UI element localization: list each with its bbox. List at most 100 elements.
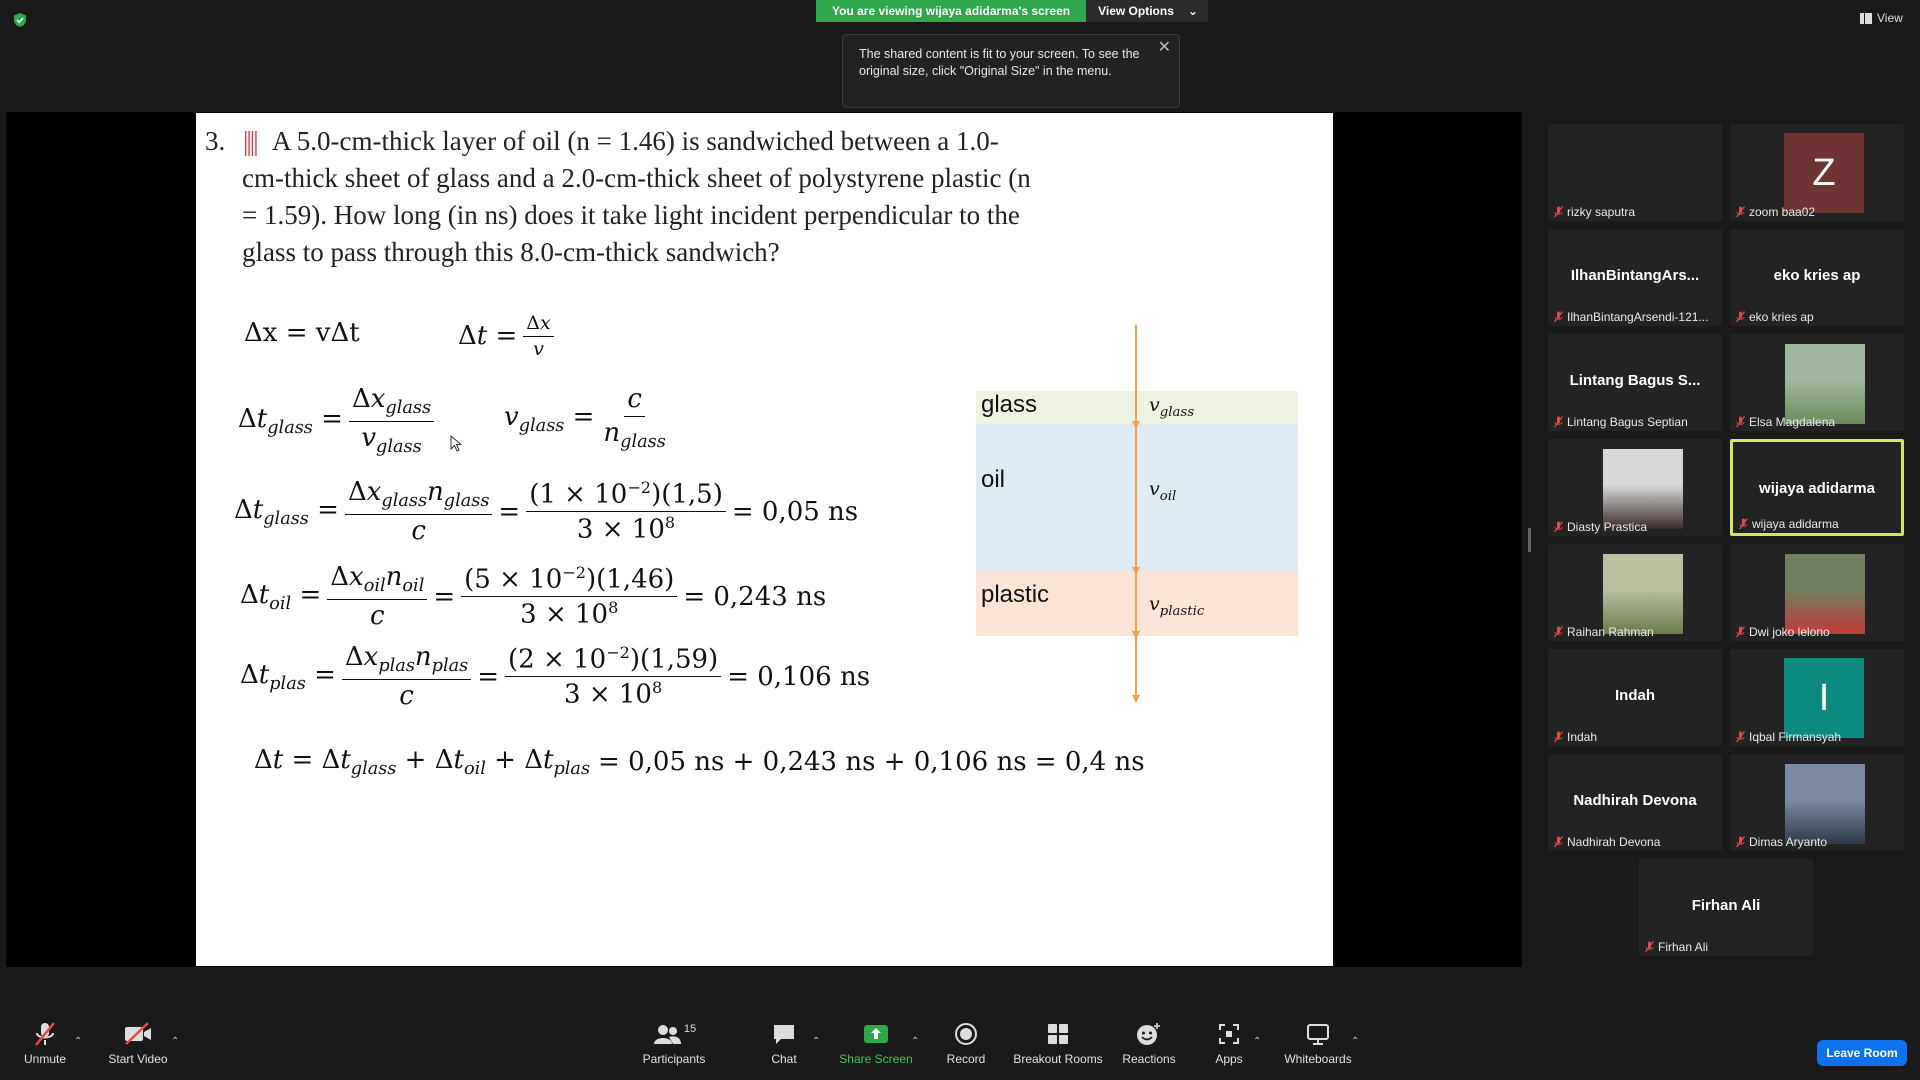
- chat-options-caret-icon[interactable]: ⌃: [812, 1036, 820, 1047]
- participant-name: Nadhirah Devona: [1567, 835, 1661, 849]
- participant-tile-eko[interactable]: eko kries ap eko kries ap: [1730, 229, 1904, 326]
- microphone-muted-icon: [1554, 521, 1563, 533]
- participant-name: rizky saputra: [1567, 205, 1636, 219]
- tooltip-text: The shared content is fit to your screen…: [859, 47, 1140, 78]
- glass-label: glass: [981, 391, 1038, 418]
- participant-name: zoom baa02: [1749, 205, 1816, 219]
- microphone-muted-icon: [1736, 206, 1745, 218]
- participant-photo: [1785, 344, 1865, 424]
- breakout-rooms-button[interactable]: Breakout Rooms: [1008, 1020, 1108, 1066]
- view-label: View: [1877, 11, 1903, 25]
- participant-tile-dwi[interactable]: Dwi joko lelono: [1730, 544, 1904, 641]
- leave-room-button[interactable]: Leave Room: [1817, 1040, 1907, 1066]
- microphone-muted-icon: [1554, 836, 1563, 848]
- oil-label: oil: [981, 466, 1006, 493]
- microphone-muted-icon: [1739, 518, 1748, 530]
- view-button[interactable]: View: [1860, 11, 1903, 25]
- glass-result: = 0,05 ns: [731, 496, 859, 527]
- problem-number: 3.: [205, 126, 226, 156]
- apps-button[interactable]: Apps: [1179, 1020, 1279, 1066]
- participant-name-label: Dwi joko lelono: [1736, 625, 1830, 639]
- participant-photo: [1603, 554, 1683, 634]
- whiteboards-options-caret-icon[interactable]: ⌃: [1351, 1036, 1359, 1047]
- participants-label: Participants: [642, 1052, 706, 1066]
- participant-tile-zoom[interactable]: Zzoom baa02: [1730, 124, 1904, 221]
- unmute-label: Unmute: [23, 1052, 67, 1066]
- equation-oil-calc: Δtoil = Δxoilnoil c = (5 × 10−2)(1,46) 3 ×…: [240, 562, 827, 631]
- record-label: Record: [946, 1052, 986, 1066]
- participants-button[interactable]: 15 Participants: [624, 1020, 724, 1066]
- participant-name: Firhan Ali: [1658, 940, 1709, 954]
- view-options-label: View Options: [1098, 4, 1174, 18]
- whiteboard-icon: [1307, 1024, 1329, 1045]
- view-options-button[interactable]: View Options ⌄: [1086, 0, 1208, 22]
- microphone-muted-icon: [1554, 311, 1563, 323]
- participant-photo: [1603, 449, 1683, 529]
- plastic-label: plastic: [981, 581, 1050, 608]
- start-video-label: Start Video: [108, 1052, 168, 1066]
- participant-tile-indah[interactable]: Indah Indah: [1548, 649, 1722, 746]
- apps-label: Apps: [1215, 1052, 1243, 1066]
- equation-time: Δt = Δx v: [458, 313, 560, 360]
- close-icon[interactable]: ✕: [1158, 39, 1171, 56]
- participant-name: Raihan Rahman: [1567, 625, 1654, 639]
- record-button[interactable]: Record: [916, 1020, 1016, 1066]
- participant-tile-wijaya[interactable]: wijaya adidarma wijaya adidarma: [1730, 439, 1904, 536]
- microphone-muted-icon: [1554, 731, 1563, 743]
- participant-name-label: Iqbal Firmansyah: [1736, 730, 1841, 744]
- participant-tile-lintang[interactable]: Lintang Bagus S... Lintang Bagus Septian: [1548, 334, 1722, 431]
- participant-tile-iqbal[interactable]: I Iqbal Firmansyah: [1730, 649, 1904, 746]
- participant-name: Dimas Aryanto: [1749, 835, 1828, 849]
- participant-photo: [1785, 764, 1865, 844]
- encryption-shield-icon[interactable]: [12, 12, 28, 28]
- eq1-left-text: Δx = vΔt: [244, 318, 360, 348]
- equation-v-glass: vglass = c nglass: [504, 384, 666, 452]
- microphone-muted-icon: [1645, 941, 1654, 953]
- microphone-muted-icon: [1736, 731, 1745, 743]
- participant-name-label: eko kries ap: [1736, 310, 1814, 324]
- participant-name-label: Nadhirah Devona: [1554, 835, 1660, 849]
- equation-plastic-calc: Δtplas = Δxplasnplas c = (2 × 10−2)(1,59)…: [240, 642, 871, 711]
- share-screen-label: Share Screen: [839, 1052, 913, 1066]
- mouse-cursor-icon: [450, 435, 462, 452]
- video-options-caret-icon[interactable]: ⌃: [171, 1036, 179, 1047]
- plastic-result: = 0,106 ns: [727, 661, 871, 692]
- participant-tile-diasty[interactable]: Diasty Prastica: [1548, 439, 1722, 536]
- participant-tile-dimas[interactable]: Dimas Aryanto: [1730, 754, 1904, 851]
- participant-tile-rizky[interactable]: rizky saputra: [1548, 124, 1722, 221]
- participant-name: Lintang Bagus Septian: [1567, 415, 1688, 429]
- participant-tile-firhan[interactable]: Firhan Ali Firhan Ali: [1639, 859, 1813, 956]
- apps-icon: [1219, 1024, 1239, 1044]
- participant-display-name: Firhan Ali: [1691, 897, 1761, 914]
- participant-name-label: Firhan Ali: [1645, 940, 1708, 954]
- participant-tile-nadhirah[interactable]: Nadhirah Devona Nadhirah Devona: [1548, 754, 1722, 851]
- chat-label: Chat: [771, 1052, 797, 1066]
- light-ray-arrow-icon: [1132, 325, 1140, 703]
- breakout-rooms-icon: [1048, 1024, 1068, 1044]
- audio-options-caret-icon[interactable]: ⌃: [74, 1036, 82, 1047]
- participant-display-name: IlhanBintangArs...: [1570, 267, 1700, 284]
- microphone-muted-icon: [1736, 836, 1745, 848]
- equation-distance: Δx = vΔt: [244, 318, 360, 348]
- panel-resize-handle[interactable]: [1528, 528, 1531, 552]
- problem-statement: 3. |||| A 5.0-cm-thick layer of oil (n =…: [205, 123, 1035, 271]
- participant-tile-ilhan[interactable]: IlhanBintangArs... IlhanBintangArsendi-12…: [1548, 229, 1722, 326]
- reactions-smiley-icon: [1137, 1023, 1160, 1045]
- record-icon: [955, 1023, 977, 1045]
- breakout-rooms-label: Breakout Rooms: [1013, 1052, 1103, 1066]
- participant-name-label: wijaya adidarma: [1739, 517, 1839, 531]
- fit-screen-tooltip: The shared content is fit to your screen…: [842, 34, 1180, 108]
- participant-display-name: Nadhirah Devona: [1573, 792, 1697, 809]
- participant-name-label: Dimas Aryanto: [1736, 835, 1827, 849]
- total-result: = 0,05 ns + 0,243 ns + 0,106 ns = 0,4 ns: [598, 747, 1145, 778]
- participant-name-label: Raihan Rahman: [1554, 625, 1654, 639]
- participant-name: wijaya adidarma: [1752, 517, 1839, 531]
- participant-tile-elsa[interactable]: Elsa Magdalena: [1730, 334, 1904, 431]
- share-banner: You are viewing wijaya adidarma's screen…: [816, 0, 1208, 22]
- apps-options-caret-icon[interactable]: ⌃: [1253, 1036, 1261, 1047]
- equation-total: Δt = Δtglass + Δtoil + Δtplas = 0,05 ns …: [254, 745, 1145, 780]
- participant-tile-raihan[interactable]: Raihan Rahman: [1548, 544, 1722, 641]
- difficulty-bars-icon: ||||: [243, 126, 259, 156]
- participants-icon: [653, 1025, 681, 1044]
- participant-name-label: Elsa Magdalena: [1736, 415, 1835, 429]
